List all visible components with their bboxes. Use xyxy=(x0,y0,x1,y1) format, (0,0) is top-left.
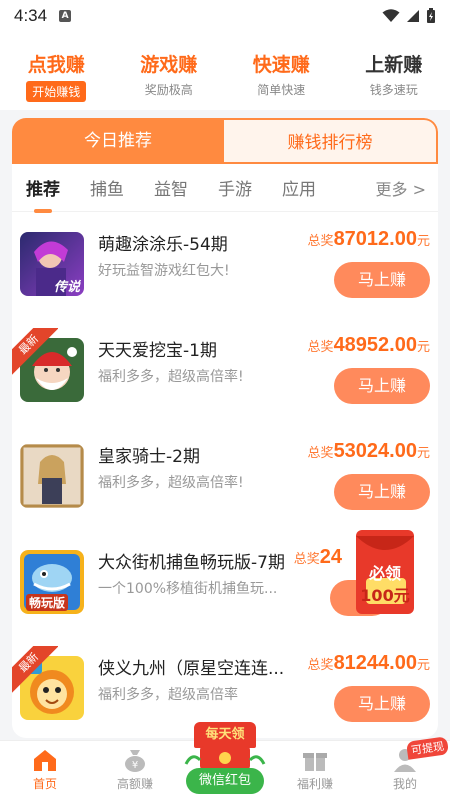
wechat-red-packet-button[interactable]: 每天领 微信红包 xyxy=(182,722,268,798)
game-title: 皇家骑士-2期 xyxy=(98,447,200,467)
prize-label: 总奖 xyxy=(307,340,334,355)
prize-unit: 元 xyxy=(416,340,430,355)
nav-label: 福利赚 xyxy=(296,777,333,791)
new-ribbon: 最新 xyxy=(12,328,58,376)
category-subtitle: 奖励极高 xyxy=(144,83,193,97)
prize-unit: 元 xyxy=(416,658,430,673)
nav-home[interactable]: 首页 xyxy=(0,741,90,800)
svg-text:¥: ¥ xyxy=(132,760,138,771)
prize-label: 总奖 xyxy=(307,658,334,673)
sub-tabs: 推荐 捕鱼 益智 手游 应用 更多 > xyxy=(12,164,438,212)
prize-amount: 总奖53024.00元 xyxy=(308,440,430,463)
game-description: 一个100%移植街机捕鱼玩... xyxy=(98,581,278,597)
wechat-red-packet-label: 微信红包 xyxy=(186,768,264,794)
new-ribbon: 最新 xyxy=(12,646,58,694)
home-icon xyxy=(34,750,56,771)
nav-label: 我的 xyxy=(392,777,417,791)
earn-now-button[interactable]: 马上赚 xyxy=(334,686,430,722)
game-title: 大众街机捕鱼畅玩版-7期 xyxy=(98,553,285,573)
game-description: 福利多多，超级高倍率! xyxy=(98,475,244,491)
subtab-recommend[interactable]: 推荐 xyxy=(26,175,60,200)
thumbnail-text: 传说 xyxy=(54,280,81,295)
prize-value: 81244.00 xyxy=(333,652,417,674)
new-ribbon-text: 最新 xyxy=(12,328,58,376)
notification-icon: A xyxy=(59,10,72,22)
game-title: 侠义九州（原星空连连... xyxy=(98,659,285,679)
wifi-icon xyxy=(382,9,400,22)
category-title: 快速赚 xyxy=(252,55,310,76)
float-packet-line1: 必领 xyxy=(368,564,401,583)
battery-icon xyxy=(427,8,435,23)
prize-label: 总奖 xyxy=(307,234,334,249)
game-title: 萌趣涂涂乐-54期 xyxy=(98,235,228,255)
nav-profile[interactable]: 我的 可提现 xyxy=(360,736,450,800)
thumbnail-text: 畅玩版 xyxy=(26,594,69,611)
nav-welfare[interactable]: 福利赚 xyxy=(270,741,360,800)
subtab-mobile-games[interactable]: 手游 xyxy=(218,175,252,200)
nav-label: 高额赚 xyxy=(116,777,153,791)
earn-now-button[interactable]: 马上赚 xyxy=(334,474,430,510)
category-shangxinzhuan[interactable]: 上新赚 钱多速玩 xyxy=(338,32,450,110)
subtab-fishing[interactable]: 捕鱼 xyxy=(90,175,124,200)
nav-label: 首页 xyxy=(32,777,57,791)
subtab-apps[interactable]: 应用 xyxy=(282,175,316,200)
floating-red-packet[interactable]: 必领 100元 xyxy=(352,528,418,616)
category-title: 点我赚 xyxy=(27,55,85,76)
status-time: 4:34 xyxy=(14,6,48,25)
category-kuaisuzhuan[interactable]: 快速赚 简单快速 xyxy=(225,32,338,110)
game-description: 福利多多，超级高倍率! xyxy=(98,369,244,385)
game-thumbnail xyxy=(20,444,84,508)
prize-value: 48952.00 xyxy=(333,334,417,356)
prize-amount: 总奖48952.00元 xyxy=(308,334,430,357)
subtab-puzzle[interactable]: 益智 xyxy=(154,175,188,200)
game-thumbnail: 传说 xyxy=(20,232,84,296)
gift-icon xyxy=(303,753,327,771)
tab-today-recommend[interactable]: 今日推荐 xyxy=(12,118,224,164)
nav-high-earn[interactable]: ¥ 高额赚 xyxy=(90,741,180,800)
main-panel: 今日推荐 赚钱排行榜 推荐 捕鱼 益智 手游 应用 更多 > 传说 萌趣涂涂乐-… xyxy=(12,118,438,738)
list-item[interactable]: 最新 天天爱挖宝-1期 福利多多，超级高倍率! 总奖48952.00元 马上赚 xyxy=(12,320,438,426)
category-subtitle: 简单快速 xyxy=(257,83,306,97)
main-tabs: 今日推荐 赚钱排行榜 xyxy=(12,118,438,164)
category-title: 上新赚 xyxy=(365,55,423,76)
status-bar: 4:34 A xyxy=(0,0,450,32)
prize-unit: 元 xyxy=(416,234,430,249)
game-list: 传说 萌趣涂涂乐-54期 好玩益智游戏红包大! 总奖87012.00元 马上赚 … xyxy=(12,214,438,738)
category-subtitle: 钱多速玩 xyxy=(369,83,418,97)
prize-unit: 元 xyxy=(416,446,430,461)
prize-label: 总奖 xyxy=(307,446,334,461)
withdraw-badge: 可提现 xyxy=(405,736,450,760)
category-title: 游戏赚 xyxy=(140,55,198,76)
float-packet-line2: 100元 xyxy=(360,586,410,605)
prize-amount: 总奖87012.00元 xyxy=(308,228,430,251)
prize-label: 总奖 xyxy=(293,552,320,567)
money-bag-icon: ¥ xyxy=(125,750,145,772)
game-title: 天天爱挖宝-1期 xyxy=(98,341,217,361)
prize-value: 87012.00 xyxy=(333,228,417,250)
top-categories: 点我赚 开始赚钱 游戏赚 奖励极高 快速赚 简单快速 上新赚 钱多速玩 xyxy=(0,32,450,110)
game-description: 好玩益智游戏红包大! xyxy=(98,263,230,279)
earn-now-button[interactable]: 马上赚 xyxy=(334,368,430,404)
category-subtitle: 开始赚钱 xyxy=(26,81,87,102)
prize-value: 24 xyxy=(319,546,342,568)
more-link[interactable]: 更多 > xyxy=(376,176,427,200)
list-item[interactable]: 传说 萌趣涂涂乐-54期 好玩益智游戏红包大! 总奖87012.00元 马上赚 xyxy=(12,214,438,320)
list-item[interactable]: 皇家骑士-2期 福利多多，超级高倍率! 总奖53024.00元 马上赚 xyxy=(12,426,438,532)
prize-amount: 总奖24 xyxy=(294,546,342,569)
game-thumbnail: 畅玩版 xyxy=(20,550,84,614)
tab-earnings-ranking[interactable]: 赚钱排行榜 xyxy=(224,118,438,164)
prize-value: 53024.00 xyxy=(333,440,417,462)
signal-icon xyxy=(407,10,419,22)
game-description: 福利多多，超级高倍率 xyxy=(98,687,238,703)
category-youxizhuan[interactable]: 游戏赚 奖励极高 xyxy=(113,32,226,110)
prize-amount: 总奖81244.00元 xyxy=(308,652,430,675)
earn-now-button[interactable]: 马上赚 xyxy=(334,262,430,298)
category-dianwozhuan[interactable]: 点我赚 开始赚钱 xyxy=(0,32,113,110)
new-ribbon-text: 最新 xyxy=(12,646,58,694)
